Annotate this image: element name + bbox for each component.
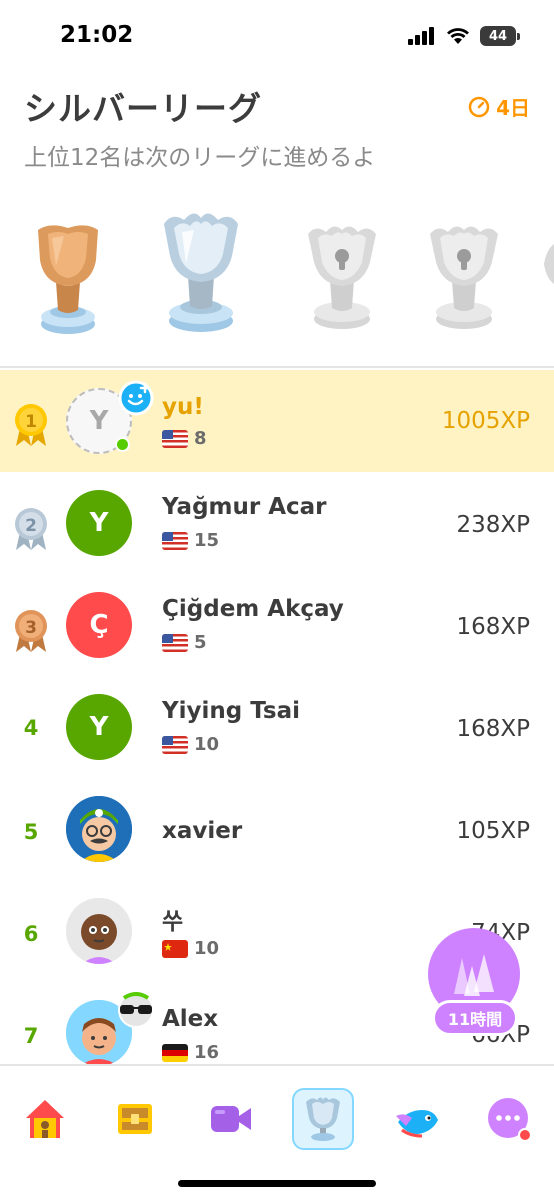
user-name: yu! xyxy=(162,394,204,420)
user-name: Çiğdem Akçay xyxy=(162,596,344,622)
xp-value: 168XP xyxy=(456,716,530,742)
bird-icon xyxy=(396,1110,438,1138)
streak-count: 8 xyxy=(194,428,207,449)
xp-value: 168XP xyxy=(456,614,530,640)
character-avatar-icon xyxy=(66,796,132,862)
avatar[interactable] xyxy=(66,796,132,862)
more-icon xyxy=(488,1098,532,1142)
leaderboard-row[interactable]: 5 xavier 105XP xyxy=(0,778,554,880)
nav-leagues[interactable] xyxy=(292,1088,354,1150)
streak-count: 10 xyxy=(194,734,220,755)
medal-rank: 2 xyxy=(25,516,37,536)
home-indicator xyxy=(178,1180,376,1187)
medal-rank: 3 xyxy=(25,618,37,638)
xp-boost-timer[interactable]: 11時間 xyxy=(432,1000,518,1036)
nav-chest[interactable] xyxy=(104,1088,166,1150)
avatar[interactable]: Y xyxy=(66,490,132,556)
avatar-initial: Y xyxy=(89,508,109,538)
locked-trophy-icon[interactable] xyxy=(426,222,502,332)
league-timer-text: 4日 xyxy=(496,96,530,120)
de-flag-icon xyxy=(162,1043,188,1062)
clock-icon xyxy=(468,96,490,117)
user-meta: 8 xyxy=(162,428,207,449)
status-icons: 44 xyxy=(408,26,520,46)
user-name: xavier xyxy=(162,818,243,844)
leaderboard-row[interactable]: 4 Y Yiying Tsai 10 168XP xyxy=(0,676,554,778)
silver-medal-icon: 2 xyxy=(15,508,47,550)
video-camera-icon xyxy=(211,1106,251,1132)
treasure-chest-icon xyxy=(118,1104,152,1134)
wifi-icon xyxy=(447,28,469,44)
user-meta: 15 xyxy=(162,530,219,551)
battery-icon: 44 xyxy=(480,26,520,46)
avatar-initial: Y xyxy=(89,712,109,742)
nav-more[interactable] xyxy=(478,1088,540,1150)
user-name: 쑤 xyxy=(162,909,184,935)
character-avatar-icon xyxy=(66,898,132,964)
streak-count: 5 xyxy=(194,632,207,653)
online-status-dot xyxy=(115,437,130,452)
leaderboard-row[interactable]: 1 Y yu! 8 1005XP xyxy=(0,370,554,472)
silver-trophy-icon[interactable] xyxy=(160,210,242,334)
locked-trophy-icon[interactable] xyxy=(544,244,554,284)
leaderboard-row[interactable]: 3 Ç Çiğdem Akçay 5 168XP xyxy=(0,574,554,676)
status-time: 21:02 xyxy=(60,22,134,48)
leagues-trophy-icon xyxy=(306,1097,340,1141)
bottom-nav xyxy=(0,1064,554,1199)
us-flag-icon xyxy=(162,531,188,550)
sunglasses-badge-icon xyxy=(118,992,154,1028)
home-icon xyxy=(26,1100,64,1138)
nav-bird[interactable] xyxy=(386,1088,448,1150)
status-bar: 21:02 44 xyxy=(0,0,554,72)
streak-count: 16 xyxy=(194,1042,220,1063)
cn-flag-icon xyxy=(162,939,188,958)
user-meta: 10 xyxy=(162,734,219,755)
rank-number: 4 xyxy=(23,716,39,740)
xp-value: 105XP xyxy=(456,818,530,844)
user-meta: 10 xyxy=(162,938,219,959)
user-meta: 5 xyxy=(162,632,207,653)
gold-medal-icon: 1 xyxy=(15,404,47,446)
cellular-signal-icon xyxy=(408,27,434,45)
bronze-trophy-icon[interactable] xyxy=(34,220,102,336)
us-flag-icon xyxy=(162,735,188,754)
avatar[interactable] xyxy=(66,898,132,964)
bronze-medal-icon: 3 xyxy=(15,610,47,652)
user-name: Alex xyxy=(162,1006,219,1032)
avatar-initial: Ç xyxy=(89,610,109,640)
us-flag-icon xyxy=(162,429,188,448)
rank-number: 5 xyxy=(23,820,39,844)
locked-trophy-icon[interactable] xyxy=(304,222,380,332)
divider xyxy=(0,366,554,368)
league-timer: 4日 xyxy=(468,92,530,121)
league-title: シルバーリーグ xyxy=(24,89,262,128)
add-friend-smiley-icon[interactable] xyxy=(118,380,154,416)
user-name: Yağmur Acar xyxy=(162,494,327,520)
xp-boost-arrows-icon xyxy=(454,954,494,996)
streak-count: 10 xyxy=(194,938,220,959)
user-meta: 16 xyxy=(162,1042,219,1063)
league-subtitle: 上位12名は次のリーグに進めるよ xyxy=(24,145,376,171)
nav-video[interactable] xyxy=(200,1088,262,1150)
xp-value: 238XP xyxy=(456,512,530,538)
xp-value: 1005XP xyxy=(441,408,530,434)
league-trophy-row[interactable] xyxy=(0,200,554,350)
nav-home[interactable] xyxy=(14,1088,76,1150)
user-name: Yiying Tsai xyxy=(162,698,300,724)
streak-count: 15 xyxy=(194,530,220,551)
leaderboard-row[interactable]: 2 Y Yağmur Acar 15 238XP xyxy=(0,472,554,574)
avatar-initial: Y xyxy=(89,406,109,436)
medal-rank: 1 xyxy=(25,412,37,432)
avatar[interactable]: Ç xyxy=(66,592,132,658)
rank-number: 7 xyxy=(23,1024,39,1048)
avatar[interactable]: Y xyxy=(66,694,132,760)
rank-number: 6 xyxy=(23,922,39,946)
us-flag-icon xyxy=(162,633,188,652)
